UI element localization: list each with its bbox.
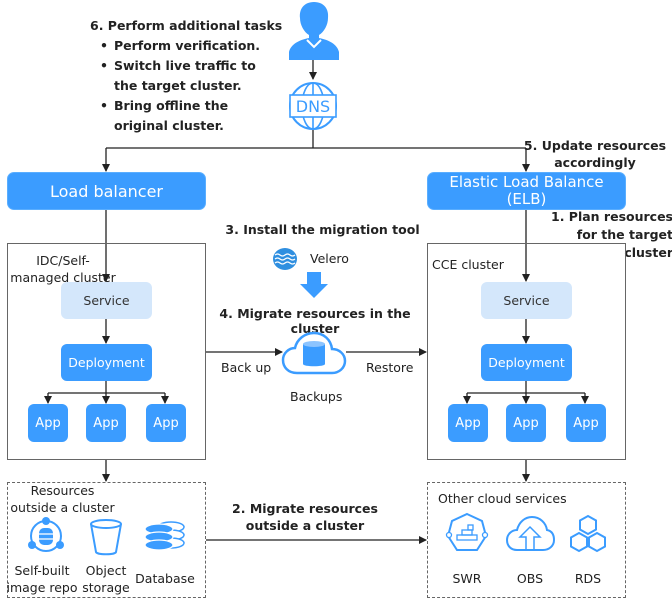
step3-annotation: 3. Install the migration tool bbox=[225, 222, 420, 237]
step5-annotation: 5. Update resources accordingly bbox=[523, 138, 667, 170]
svg-text:DNS: DNS bbox=[296, 97, 330, 116]
cce-cluster-label: CCE cluster bbox=[432, 257, 504, 272]
user-icon bbox=[289, 2, 339, 60]
backups-label: Backups bbox=[290, 389, 343, 404]
load-balancer[interactable]: Load balancer bbox=[7, 172, 206, 210]
swr-label: SWR bbox=[452, 571, 482, 586]
app-node-right[interactable]: App bbox=[566, 404, 606, 442]
restore-label: Restore bbox=[366, 360, 414, 375]
database-icon bbox=[144, 521, 185, 551]
task-item: Bring offline the original cluster. bbox=[100, 96, 279, 136]
swr-icon bbox=[445, 512, 489, 551]
service-node-right[interactable]: Service bbox=[481, 282, 572, 319]
idc-cluster-label: IDC/Self-managed cluster bbox=[10, 253, 116, 285]
other-cloud-services-label: Other cloud services bbox=[438, 491, 567, 506]
obs-label: OBS bbox=[516, 571, 544, 586]
migrate-down-arrow bbox=[300, 272, 328, 298]
step2-annotation: 2. Migrate resources outside a cluster bbox=[232, 501, 378, 533]
velero-label: Velero bbox=[310, 251, 349, 266]
task-item: Switch live traffic to the target cluste… bbox=[100, 56, 279, 96]
elastic-load-balance[interactable]: Elastic Load Balance (ELB) bbox=[427, 172, 626, 210]
deployment-node-left[interactable]: Deployment bbox=[61, 344, 152, 381]
database-label: Database bbox=[135, 571, 195, 586]
image-repo-label: Self-built image repo bbox=[6, 563, 78, 595]
step6-title: 6. Perform additional tasks bbox=[90, 18, 283, 33]
task-item: Perform verification. bbox=[100, 36, 290, 56]
step6-annotation: 6. Perform additional tasks Perform veri… bbox=[90, 16, 290, 136]
rds-label: RDS bbox=[574, 571, 602, 586]
service-node-left[interactable]: Service bbox=[61, 282, 152, 319]
rds-icon bbox=[570, 514, 606, 553]
obs-icon bbox=[505, 515, 555, 551]
app-node-left[interactable]: App bbox=[28, 404, 68, 442]
object-storage-icon bbox=[90, 519, 122, 556]
app-node-left[interactable]: App bbox=[146, 404, 186, 442]
velero-icon bbox=[273, 248, 297, 270]
image-repo-icon bbox=[28, 517, 64, 552]
backups-cloud-icon bbox=[281, 331, 347, 375]
app-node-right[interactable]: App bbox=[448, 404, 488, 442]
app-node-right[interactable]: App bbox=[506, 404, 546, 442]
deployment-node-right[interactable]: Deployment bbox=[481, 344, 572, 381]
app-node-left[interactable]: App bbox=[86, 404, 126, 442]
resources-outside-label: Resources outside a cluster bbox=[10, 483, 115, 515]
backup-label: Back up bbox=[221, 360, 272, 375]
dns-globe-icon: DNS bbox=[289, 82, 337, 130]
object-storage-label: Object storage bbox=[82, 563, 130, 595]
